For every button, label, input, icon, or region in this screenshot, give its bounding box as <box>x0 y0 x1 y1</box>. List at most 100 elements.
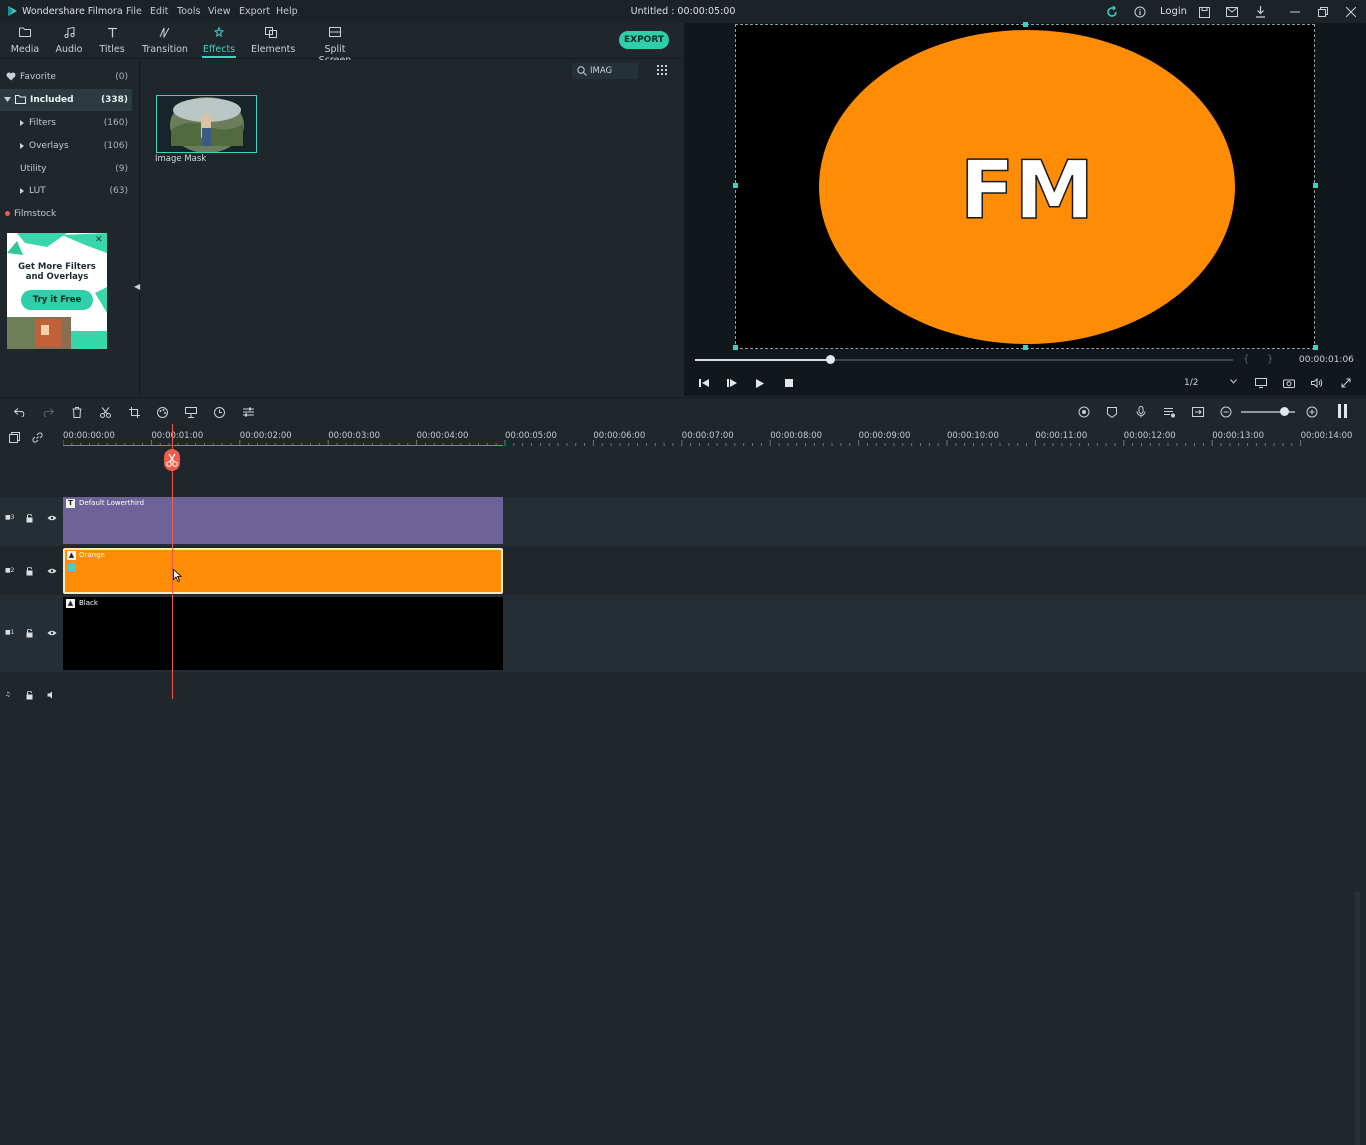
category-filters[interactable]: Filters (160) <box>0 112 132 134</box>
category-utility[interactable]: Utility (9) <box>0 158 132 180</box>
eye-icon[interactable] <box>47 568 57 574</box>
promo-headline-line2: and Overlays <box>25 272 89 282</box>
collapse-panel-icon[interactable]: ◀ <box>134 282 140 291</box>
fullscreen-icon[interactable] <box>1338 376 1354 390</box>
tab-elements[interactable]: Elements <box>251 25 295 57</box>
text-t-icon <box>97 27 127 41</box>
category-included[interactable]: Included (338) <box>0 89 132 111</box>
display-settings-icon[interactable] <box>1253 376 1269 390</box>
close-icon[interactable] <box>1344 5 1358 19</box>
resize-handle[interactable] <box>733 345 738 350</box>
speed-icon[interactable] <box>212 405 226 419</box>
split-screen-icon <box>309 27 361 41</box>
eye-icon[interactable] <box>47 630 57 636</box>
playback-progress-bar[interactable] <box>695 355 1233 364</box>
resize-handle[interactable] <box>1023 345 1028 350</box>
sync-icon[interactable] <box>1105 5 1119 19</box>
tab-media[interactable]: Media <box>10 25 40 57</box>
mail-icon[interactable] <box>1225 5 1239 19</box>
timeline-scrollbar[interactable] <box>1355 892 1360 1145</box>
voiceover-list-icon[interactable] <box>1162 405 1176 419</box>
tab-split-screen[interactable]: Split Screen <box>309 25 361 66</box>
close-icon[interactable]: ✕ <box>95 235 103 245</box>
title-clip-icon: T <box>66 499 75 508</box>
save-icon[interactable] <box>1197 5 1211 19</box>
chevron-down-icon <box>4 97 11 102</box>
playhead-handle[interactable] <box>164 449 180 471</box>
grid-view-icon[interactable] <box>656 64 668 76</box>
crop-icon[interactable] <box>127 405 141 419</box>
zoom-out-icon[interactable] <box>1219 405 1233 419</box>
mark-in-icon[interactable]: { <box>1243 354 1249 365</box>
promo-banner[interactable]: ✕ Get More Filters and Overlays Try it F… <box>7 233 107 349</box>
try-free-button[interactable]: Try it Free <box>21 290 93 310</box>
lock-icon[interactable] <box>26 567 33 576</box>
lock-icon[interactable] <box>26 514 33 523</box>
clip-black[interactable]: ▲ Black <box>63 597 503 670</box>
search-field[interactable]: IMAG <box>572 63 638 79</box>
search-icon <box>577 66 587 76</box>
zoom-in-icon[interactable] <box>1305 405 1319 419</box>
progress-knob[interactable] <box>825 355 835 364</box>
category-filmstock[interactable]: Filmstock <box>0 203 132 225</box>
search-input[interactable]: IMAG <box>590 66 612 76</box>
category-name: Favorite <box>20 72 56 82</box>
resize-handle[interactable] <box>1313 345 1318 350</box>
download-icon[interactable] <box>1253 5 1267 19</box>
red-dot-icon <box>5 211 10 216</box>
preview-canvas[interactable]: FM <box>735 24 1315 349</box>
cut-icon[interactable] <box>98 405 112 419</box>
green-screen-icon[interactable] <box>184 405 198 419</box>
category-favorite[interactable]: Favorite (0) <box>0 66 132 88</box>
link-icon[interactable] <box>30 430 44 444</box>
delete-icon[interactable] <box>70 405 84 419</box>
lock-icon[interactable] <box>26 629 33 638</box>
clip-default-lowerthird[interactable]: T Default Lowerthird <box>63 497 503 544</box>
snapshot-icon[interactable] <box>1281 376 1297 390</box>
mark-out-icon[interactable]: } <box>1267 354 1273 365</box>
audio-track-icon: ♫ <box>5 691 11 698</box>
tab-transition[interactable]: Transition <box>142 25 188 57</box>
resize-handle[interactable] <box>733 183 738 188</box>
color-palette-icon[interactable] <box>155 405 169 419</box>
login-link[interactable]: Login <box>1160 6 1187 17</box>
undo-icon[interactable] <box>13 405 27 419</box>
chevron-down-icon[interactable] <box>1230 379 1237 384</box>
resize-handle[interactable] <box>1313 183 1318 188</box>
marker-icon[interactable] <box>1105 405 1119 419</box>
render-quality-select[interactable]: 1/2 <box>1184 378 1198 388</box>
microphone-icon[interactable] <box>1134 405 1148 419</box>
zoom-slider[interactable] <box>1241 407 1295 416</box>
tab-titles[interactable]: Titles <box>97 25 127 57</box>
adjust-icon[interactable] <box>241 405 255 419</box>
folder-icon <box>10 27 40 41</box>
info-icon[interactable] <box>1133 5 1147 19</box>
pause-bars-icon[interactable] <box>1338 404 1348 418</box>
restore-icon[interactable] <box>1316 5 1330 19</box>
resize-handle[interactable] <box>1023 22 1028 27</box>
export-button[interactable]: EXPORT <box>619 31 669 49</box>
add-track-icon[interactable] <box>7 430 21 444</box>
play-reverse-button[interactable] <box>724 376 740 390</box>
previous-frame-button[interactable] <box>696 376 712 390</box>
volume-icon[interactable] <box>1309 376 1325 390</box>
snapshot-merge-icon[interactable] <box>1191 405 1205 419</box>
eye-icon[interactable] <box>47 515 57 521</box>
category-count: (160) <box>103 118 128 128</box>
timeline-ruler[interactable]: 00:00:00:00 00:00:01:00 00:00:02:00 00:00:0… <box>0 424 1366 446</box>
tab-audio[interactable]: Audio <box>54 25 84 57</box>
minimize-icon[interactable] <box>1288 5 1302 19</box>
zoom-slider-knob[interactable] <box>1280 407 1289 416</box>
in-out-range <box>63 445 503 446</box>
preview-panel: FM { } 00:00:01:06 1/2 <box>684 22 1366 396</box>
category-lut[interactable]: LUT (63) <box>0 180 132 202</box>
render-preview-icon[interactable] <box>1077 405 1091 419</box>
play-button[interactable] <box>752 376 768 390</box>
clip-orange[interactable]: ▲ Orange <box>63 548 503 594</box>
speaker-icon[interactable] <box>47 691 56 699</box>
category-overlays[interactable]: Overlays (106) <box>0 135 132 157</box>
tab-effects[interactable]: Effects <box>202 25 236 58</box>
redo-icon[interactable] <box>41 405 55 419</box>
stop-button[interactable] <box>781 376 797 390</box>
effect-thumbnail-image-mask[interactable] <box>156 95 257 153</box>
